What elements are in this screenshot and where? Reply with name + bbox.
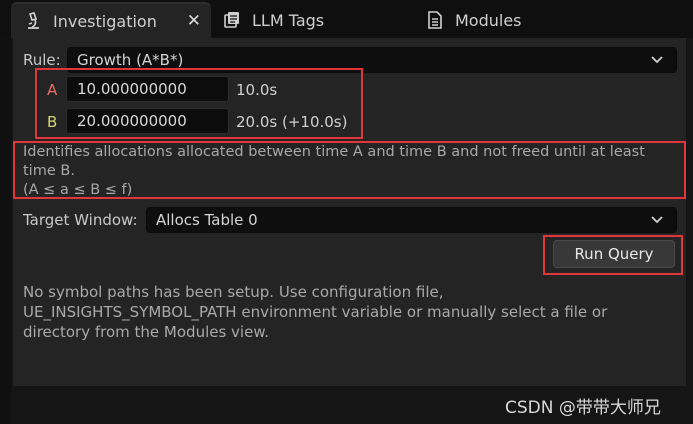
chevron-down-icon <box>651 216 663 224</box>
description-line: Identifies allocations allocated between… <box>23 144 645 160</box>
tab-bar: Investigation ✕ LLM Tags Modules <box>0 0 693 38</box>
time-a-value: 10.000000000 <box>77 80 187 98</box>
microscope-icon <box>23 11 43 31</box>
description-formula: (A ≤ a ≤ B ≤ f) <box>23 182 133 198</box>
target-window-label: Target Window: <box>23 211 138 229</box>
left-edge <box>0 38 11 424</box>
time-b-value: 20.000000000 <box>77 112 187 130</box>
tab-modules-label: Modules <box>455 10 522 30</box>
symbol-path-warning: No symbol paths has been setup. Use conf… <box>23 282 673 342</box>
info-line: directory from the Modules view. <box>23 323 269 341</box>
tab-modules[interactable]: Modules <box>425 2 625 38</box>
time-a-marker: A <box>47 81 58 99</box>
tab-llm-tags-label: LLM Tags <box>252 10 325 30</box>
rule-dropdown[interactable]: Growth (A*B*) <box>67 47 677 73</box>
run-query-button[interactable]: Run Query <box>553 240 675 268</box>
target-window-dropdown[interactable]: Allocs Table 0 <box>146 207 677 233</box>
time-b-marker: B <box>47 113 58 131</box>
rule-label: Rule: <box>23 51 61 69</box>
info-line: UE_INSIGHTS_SYMBOL_PATH environment vari… <box>23 303 608 321</box>
tab-llm-tags[interactable]: LLM Tags <box>220 2 400 38</box>
time-a-display: 10.0s <box>236 81 278 99</box>
close-icon[interactable]: ✕ <box>187 12 201 30</box>
rule-description: Identifies allocations allocated between… <box>23 143 683 200</box>
target-window-value: Allocs Table 0 <box>156 211 258 229</box>
time-a-input[interactable]: 10.000000000 <box>66 76 229 102</box>
insights-window: Investigation ✕ LLM Tags Modules Rule: G… <box>0 0 693 424</box>
tag-list-icon <box>222 10 242 30</box>
chevron-down-icon <box>651 56 663 64</box>
document-icon <box>425 10 445 30</box>
rule-value: Growth (A*B*) <box>77 51 184 69</box>
watermark-text: CSDN @带带大师兄 <box>505 398 661 418</box>
tab-investigation[interactable]: Investigation ✕ <box>11 2 211 38</box>
run-query-label: Run Query <box>574 245 654 263</box>
tab-investigation-label: Investigation <box>53 11 157 31</box>
description-line: time B. <box>23 163 75 179</box>
info-line: No symbol paths has been setup. Use conf… <box>23 283 444 301</box>
time-b-input[interactable]: 20.000000000 <box>66 108 229 134</box>
time-b-display: 20.0s (+10.0s) <box>236 113 348 131</box>
